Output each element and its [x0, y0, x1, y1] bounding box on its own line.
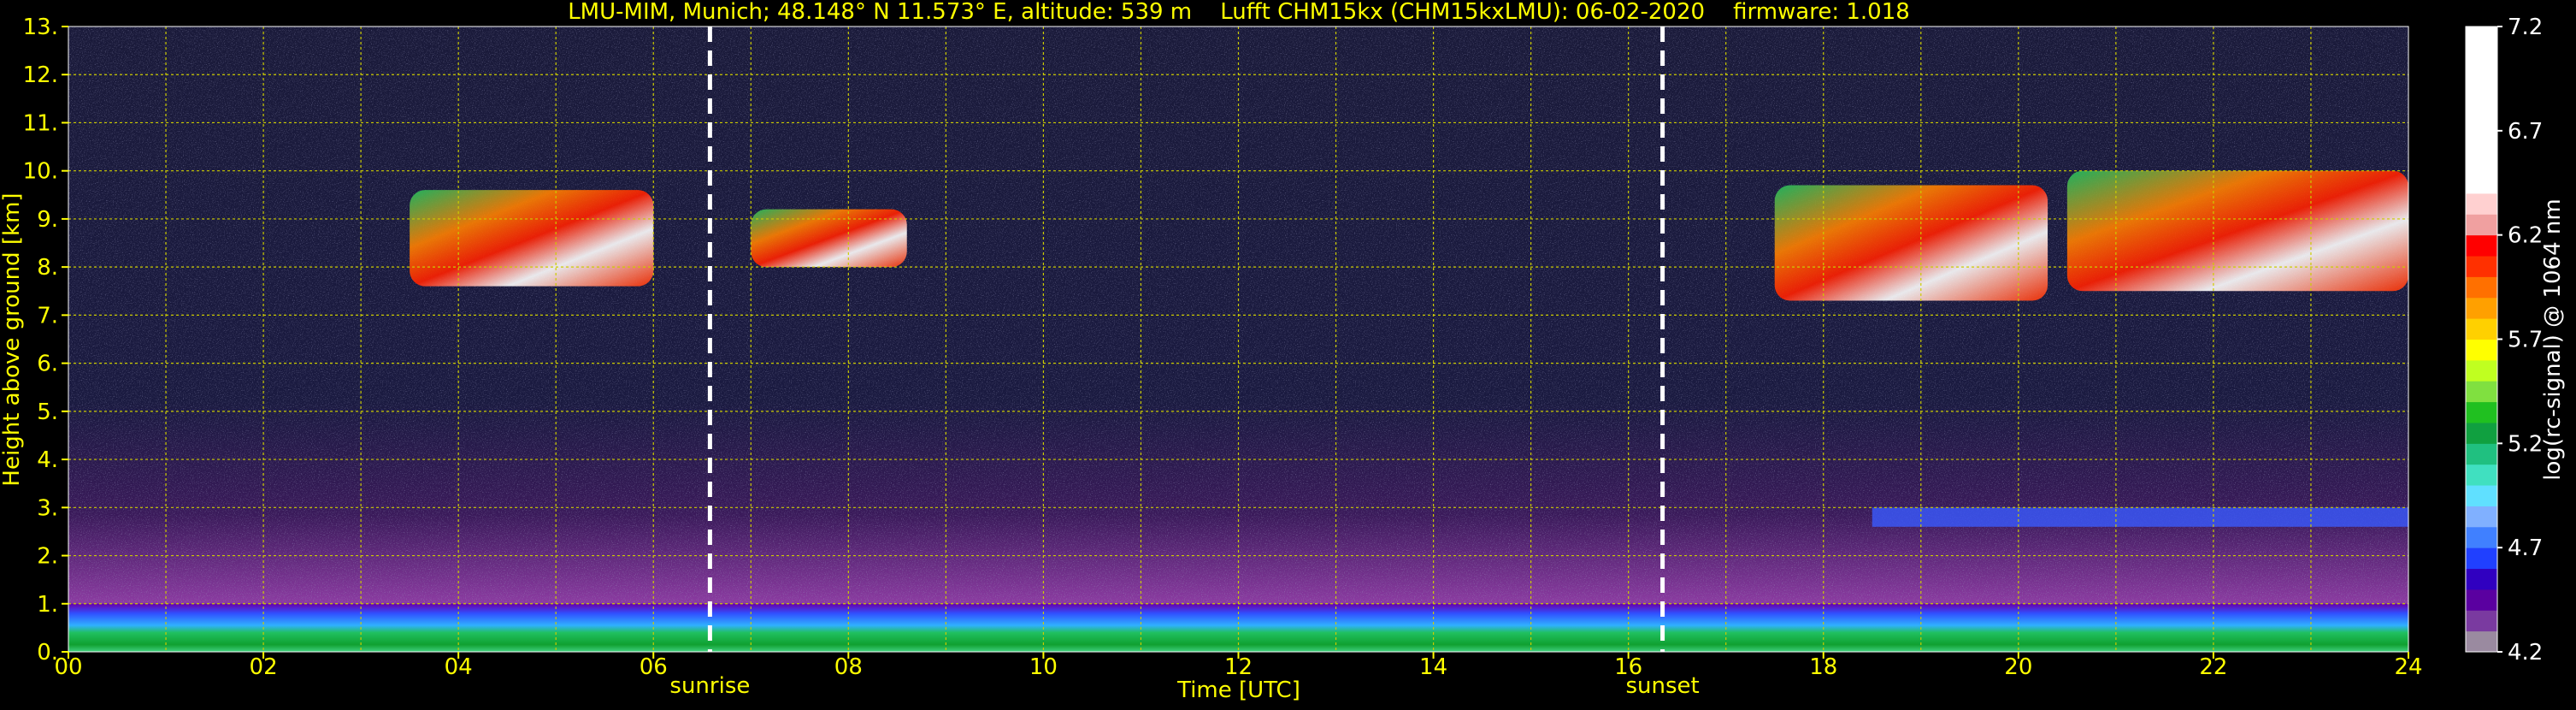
colorbar-segment: [2466, 318, 2497, 340]
y-tick-label: 10.: [23, 159, 58, 185]
colorbar-segment: [2466, 485, 2497, 506]
colorbar: 4.2 4.7 5.2 5.7 6.2 6.7 7.2: [2465, 15, 2543, 666]
colorbar-segment: [2466, 234, 2497, 257]
y-tick-label: 6.: [37, 352, 58, 377]
y-tick-label: 1.: [37, 592, 58, 618]
colorbar-segment: [2466, 630, 2497, 653]
x-tick-label: 12: [1224, 654, 1253, 680]
colorbar-tick-label: 6.2: [2508, 223, 2543, 249]
y-tick-label: 2.: [37, 544, 58, 570]
colorbar-segment: [2466, 172, 2497, 194]
x-tick-label: 00: [54, 654, 82, 680]
x-tick-label: 14: [1419, 654, 1447, 680]
colorbar-segment: [2466, 89, 2497, 110]
colorbar-segment: [2466, 109, 2497, 132]
colorbar-segment: [2466, 339, 2497, 361]
x-tick-label: 06: [640, 654, 668, 680]
y-tick-label: 11.: [23, 110, 58, 136]
x-tick-label: 22: [2199, 654, 2227, 680]
y-axis-label: Height above ground [km]: [0, 192, 25, 486]
feature-cirrus-1: [410, 190, 654, 287]
colorbar-segment: [2466, 151, 2497, 174]
colorbar-segment: [2466, 443, 2497, 465]
x-tick-label: 08: [834, 654, 863, 680]
y-tick-label: 4.: [37, 447, 58, 473]
feature-cirrus-4: [2066, 170, 2408, 292]
chart-svg: LMU-MIM, Munich; 48.148° N 11.573° E, al…: [0, 0, 2566, 703]
colorbar-tick-label: 6.7: [2508, 119, 2543, 145]
x-tick-label: 10: [1029, 654, 1058, 680]
lidar-chart: LMU-MIM, Munich; 48.148° N 11.573° E, al…: [0, 0, 2576, 707]
colorbar-segment: [2466, 27, 2497, 48]
colorbar-segment: [2466, 568, 2497, 590]
colorbar-segment: [2466, 589, 2497, 611]
colorbar-segment: [2466, 526, 2497, 548]
colorbar-segment: [2466, 130, 2497, 152]
colorbar-segment: [2466, 401, 2497, 423]
feature-aerosol-layer-5: [1872, 507, 2408, 527]
colorbar-segment: [2466, 381, 2497, 403]
colorbar-tick-label: 5.2: [2508, 431, 2543, 457]
y-tick-label: 7.: [37, 303, 58, 328]
colorbar-segment: [2466, 47, 2497, 69]
colorbar-segment: [2466, 276, 2497, 299]
x-tick-label: 16: [1614, 654, 1642, 680]
colorbar-tick-label: 4.2: [2508, 640, 2543, 666]
y-axis: 0. 1. 2. 3. 4. 5. 6. 7. 8. 9. 10. 11. 12. 13.: [23, 15, 68, 666]
x-axis: 00 02 04 06 08 10 12 14 16 18 20 22 24: [54, 652, 2423, 680]
y-tick-label: 9.: [37, 207, 58, 233]
x-axis-label: Time [UTC]: [1176, 677, 1300, 703]
colorbar-segment: [2466, 464, 2497, 486]
colorbar-segment: [2466, 192, 2497, 215]
y-tick-label: 13.: [23, 15, 58, 40]
y-tick-label: 3.: [37, 495, 58, 521]
colorbar-segment: [2466, 297, 2497, 319]
colorbar-tick-label: 5.7: [2508, 328, 2543, 353]
colorbar-segment: [2466, 506, 2497, 528]
marker-label-sunrise: sunrise: [669, 673, 750, 699]
y-tick-label: 8.: [37, 255, 58, 281]
x-tick-label: 02: [250, 654, 278, 680]
colorbar-segment: [2466, 256, 2497, 277]
colorbar-segment: [2466, 547, 2497, 570]
y-tick-label: 5.: [37, 399, 58, 425]
colorbar-segment: [2466, 422, 2497, 444]
x-tick-label: 20: [2004, 654, 2032, 680]
colorbar-segment: [2466, 214, 2497, 236]
y-tick-label: 12.: [23, 62, 58, 88]
x-tick-label: 04: [445, 654, 473, 680]
x-tick-label: 18: [1809, 654, 1837, 680]
colorbar-segment: [2466, 68, 2497, 90]
x-tick-label: 24: [2394, 654, 2422, 680]
colorbar-label: log(rc-signal) @ 1064 nm: [2540, 198, 2566, 480]
colorbar-segment: [2466, 610, 2497, 632]
colorbar-segment: [2466, 359, 2497, 382]
y-tick-label: 0.: [37, 640, 58, 666]
chart-title: LMU-MIM, Munich; 48.148° N 11.573° E, al…: [568, 0, 1910, 25]
colorbar-tick-label: 4.7: [2508, 535, 2543, 561]
feature-cirrus-3: [1774, 185, 2048, 301]
colorbar-tick-label: 7.2: [2508, 15, 2543, 40]
feature-cirrus-2: [751, 209, 907, 268]
